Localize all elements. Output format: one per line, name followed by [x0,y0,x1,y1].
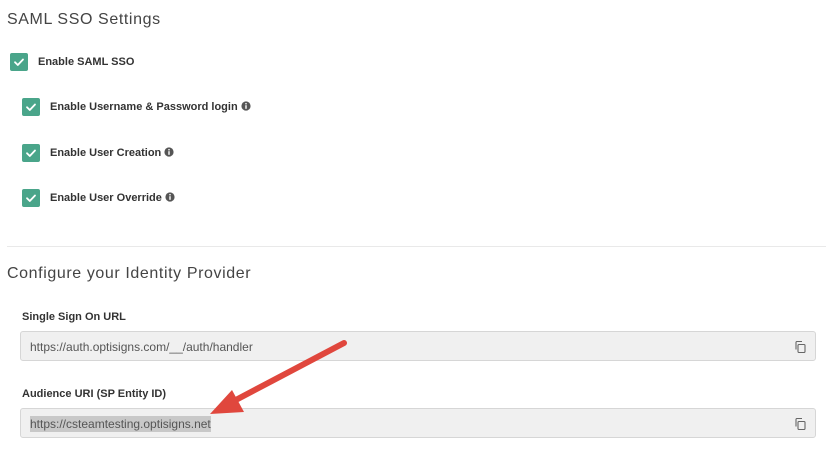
audience-uri-label: Audience URI (SP Entity ID) [22,388,167,400]
audience-uri-field[interactable]: https://csteamtesting.optisigns.net [20,408,816,438]
copy-icon[interactable] [795,341,806,353]
saml-settings-title: SAML SSO Settings [7,11,161,28]
enable-saml-sso-label: Enable SAML SSO [38,56,135,68]
info-icon[interactable] [241,101,251,111]
enable-saml-sso-row[interactable]: Enable SAML SSO [10,53,134,71]
info-icon[interactable] [164,147,174,157]
configure-idp-title: Configure your Identity Provider [7,265,252,282]
check-icon [26,194,36,202]
enable-user-override-label: Enable User Override [50,192,175,204]
enable-username-password-row[interactable]: Enable Username & Password login [22,98,251,116]
sso-url-value[interactable]: https://auth.optisigns.com/__/auth/handl… [30,340,253,354]
check-icon [26,103,36,111]
enable-user-creation-checkbox[interactable] [22,144,40,162]
audience-uri-value[interactable]: https://csteamtesting.optisigns.net [30,416,211,432]
check-icon [14,58,24,66]
sso-url-field[interactable]: https://auth.optisigns.com/__/auth/handl… [20,331,816,361]
info-icon[interactable] [165,192,175,202]
enable-user-override-row[interactable]: Enable User Override [22,189,175,207]
enable-user-creation-label: Enable User Creation [50,147,174,159]
enable-user-override-checkbox[interactable] [22,189,40,207]
enable-username-password-checkbox[interactable] [22,98,40,116]
check-icon [26,149,36,157]
sso-url-label: Single Sign On URL [22,311,126,323]
enable-saml-sso-checkbox[interactable] [10,53,28,71]
section-divider [7,246,826,247]
enable-user-creation-row[interactable]: Enable User Creation [22,144,174,162]
copy-icon[interactable] [795,418,806,430]
enable-username-password-label: Enable Username & Password login [50,101,251,113]
